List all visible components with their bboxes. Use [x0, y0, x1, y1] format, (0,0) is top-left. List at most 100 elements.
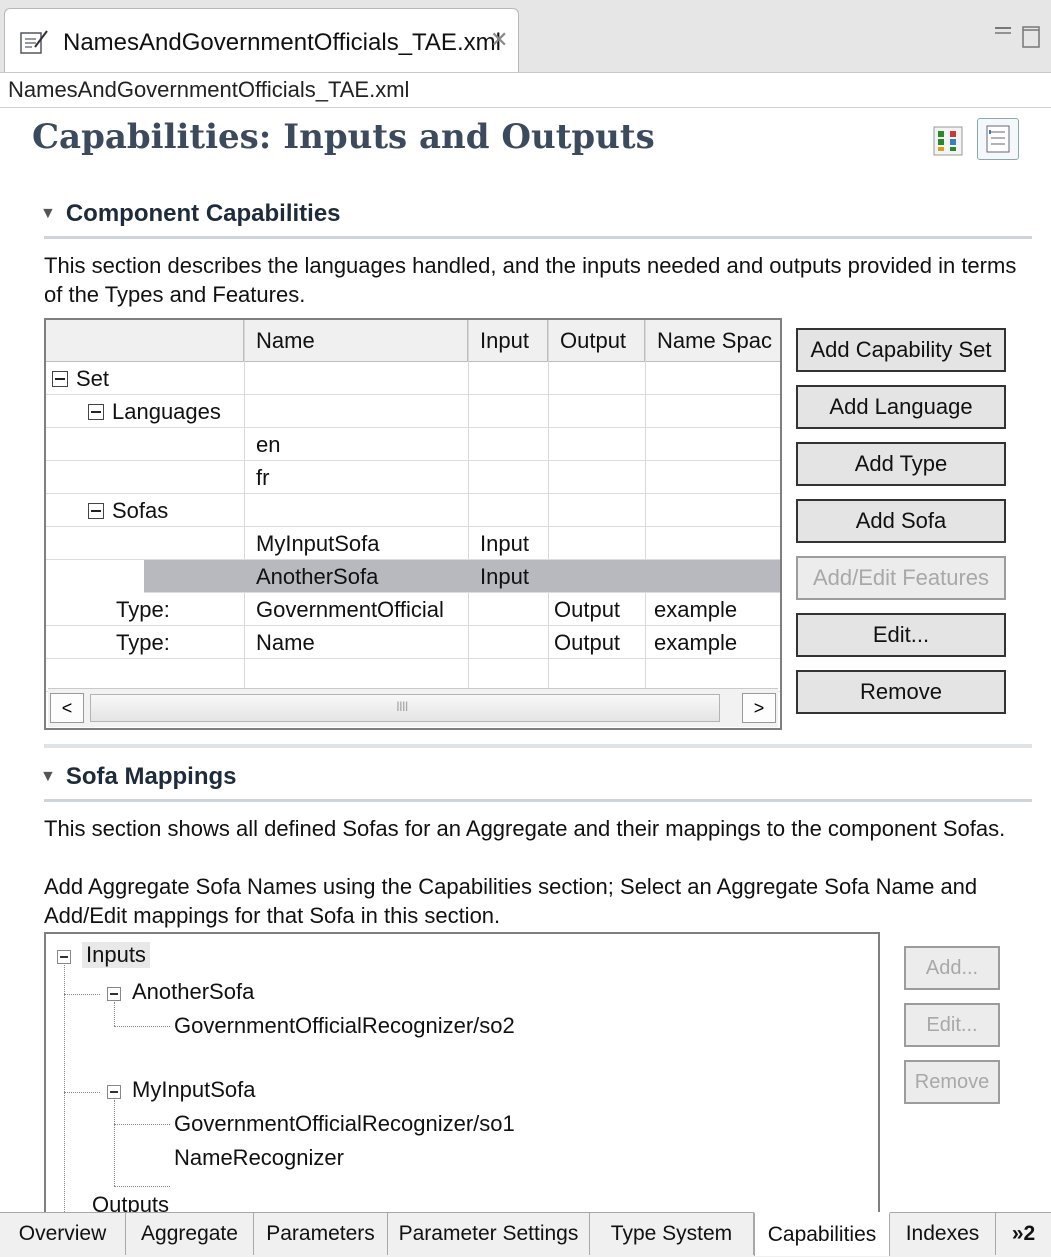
close-icon[interactable]: ✕ [490, 27, 508, 53]
add-mapping-button[interactable]: Add... [904, 946, 1000, 990]
tree-cell: Set [52, 366, 109, 392]
minimize-maximize-icon[interactable] [993, 24, 1043, 50]
section-divider [44, 744, 1032, 748]
remove-mapping-button[interactable]: Remove [904, 1060, 1000, 1104]
scroll-thumb[interactable]: IIII [90, 694, 720, 722]
tree-node-mapping[interactable]: NameRecognizer [174, 1145, 344, 1171]
add-sofa-button[interactable]: Add Sofa [796, 499, 1006, 543]
name-cell: fr [256, 465, 270, 490]
add-capability-set-button[interactable]: Add Capability Set [796, 328, 1006, 372]
table-row[interactable]: en [46, 428, 780, 461]
editor-tab[interactable]: NamesAndGovernmentOfficials_TAE.xml ✕ [4, 8, 519, 72]
tab-parameter-settings[interactable]: Parameter Settings [388, 1213, 590, 1255]
tree-connector [64, 958, 65, 1216]
table-row[interactable]: MyInputSofa Input [46, 527, 780, 560]
table-row[interactable]: Set [46, 362, 780, 395]
table-row[interactable]: Type: Name Output example [46, 626, 780, 659]
collapse-icon[interactable] [107, 1085, 121, 1099]
component-capabilities-title: Component Capabilities [65, 200, 341, 227]
name-cell: MyInputSofa [256, 531, 380, 556]
column-header-output[interactable]: Output [548, 320, 645, 362]
collapse-icon[interactable] [52, 371, 68, 387]
add-edit-features-button[interactable]: Add/Edit Features [796, 556, 1006, 600]
output-cell: Output [554, 597, 621, 622]
tree-connector [114, 1124, 170, 1125]
tree-connector [114, 1186, 170, 1187]
chevron-down-icon: ▼ [40, 768, 56, 785]
section-underline [44, 799, 1032, 802]
name-cell: AnotherSofa [256, 564, 379, 589]
collapse-icon[interactable] [88, 404, 104, 420]
component-capabilities-header[interactable]: ▼ Component Capabilities [40, 200, 341, 228]
output-cell: Output [554, 630, 621, 655]
table-row[interactable]: fr [46, 461, 780, 494]
tab-parameters[interactable]: Parameters [254, 1213, 388, 1255]
edit-mapping-button[interactable]: Edit... [904, 1003, 1000, 1047]
sofa-mappings-header[interactable]: ▼ Sofa Mappings [40, 763, 237, 791]
column-header-namespace[interactable]: Name Spac [645, 320, 780, 362]
tree-node-mapping[interactable]: GovernmentOfficialRecognizer/so2 [174, 1013, 515, 1039]
tree-node-another-sofa[interactable]: AnotherSofa [132, 979, 254, 1005]
more-tabs-icon[interactable]: »2 [996, 1213, 1051, 1255]
tree-connector [64, 1092, 100, 1093]
name-cell: GovernmentOfficial [256, 597, 444, 622]
collapse-icon[interactable] [88, 503, 104, 519]
tree-label: Languages [112, 399, 221, 424]
tab-capabilities[interactable]: Capabilities [754, 1212, 890, 1256]
editor-tab-title: NamesAndGovernmentOfficials_TAE.xml [63, 29, 501, 56]
tree-label: Set [76, 366, 110, 391]
page-tabs: Overview Aggregate Parameters Parameter … [0, 1212, 1051, 1257]
tree-cell: Type: [116, 597, 170, 622]
collapse-icon[interactable] [107, 987, 121, 1001]
tree-node-my-input-sofa[interactable]: MyInputSofa [132, 1077, 256, 1103]
input-cell: Input [480, 531, 529, 556]
section-underline [44, 236, 1032, 239]
add-type-button[interactable]: Add Type [796, 442, 1006, 486]
scroll-right-icon[interactable]: > [742, 693, 776, 723]
collapse-icon[interactable] [57, 950, 71, 964]
input-cell: Input [480, 564, 529, 589]
tree-label: Sofas [112, 498, 169, 523]
sofa-mappings-description-1: This section shows all defined Sofas for… [44, 816, 1006, 841]
column-header-name[interactable]: Name [244, 320, 468, 362]
sofa-mappings-description-2: Add Aggregate Sofa Names using the Capab… [44, 874, 978, 928]
tree-connector [114, 1100, 115, 1186]
chevron-down-icon: ▼ [40, 205, 56, 222]
list-layout-glyph-icon [986, 125, 1010, 153]
name-cell: en [256, 432, 281, 457]
table-row[interactable]: Type: GovernmentOfficial Output example [46, 593, 780, 626]
sofa-mappings-tree[interactable]: Inputs AnotherSofa GovernmentOfficialRec… [44, 932, 880, 1234]
file-path-bar: NamesAndGovernmentOfficials_TAE.xml [0, 72, 1051, 108]
horizontal-layout-icon[interactable] [933, 126, 963, 156]
tree-node-mapping[interactable]: GovernmentOfficialRecognizer/so1 [174, 1111, 515, 1137]
tab-overview[interactable]: Overview [0, 1213, 126, 1255]
capabilities-table[interactable]: Name Input Output Name Spac Set Language… [44, 318, 782, 730]
tree-cell: Sofas [88, 498, 168, 524]
scroll-left-icon[interactable]: < [50, 693, 84, 723]
column-header-tree [46, 320, 244, 362]
tree-cell: Type: [116, 630, 170, 655]
tab-indexes[interactable]: Indexes [890, 1213, 996, 1255]
tab-type-system[interactable]: Type System [590, 1213, 754, 1255]
sofa-mappings-title: Sofa Mappings [65, 763, 237, 790]
editor-tab-bar: NamesAndGovernmentOfficials_TAE.xml ✕ [0, 0, 1051, 72]
tree-cell: Languages [88, 399, 221, 425]
tree-connector [114, 1026, 170, 1027]
tree-node-inputs[interactable]: Inputs [82, 942, 150, 968]
horizontal-scrollbar[interactable]: < IIII > [48, 688, 778, 727]
scroll-grip: IIII [396, 698, 409, 714]
tab-aggregate[interactable]: Aggregate [126, 1213, 254, 1255]
vertical-layout-icon[interactable] [977, 118, 1019, 160]
edit-button[interactable]: Edit... [796, 613, 1006, 657]
component-capabilities-description: This section describes the languages han… [44, 253, 1017, 307]
xml-file-edit-icon [20, 30, 48, 54]
table-row[interactable]: Languages [46, 395, 780, 428]
add-language-button[interactable]: Add Language [796, 385, 1006, 429]
table-row[interactable]: Sofas [46, 494, 780, 527]
table-row-selected[interactable]: AnotherSofa Input [144, 560, 780, 593]
namespace-cell: example [654, 597, 738, 622]
remove-button[interactable]: Remove [796, 670, 1006, 714]
column-header-input[interactable]: Input [468, 320, 548, 362]
tree-connector [114, 1002, 115, 1026]
page-title: Capabilities: Inputs and Outputs [32, 117, 655, 157]
